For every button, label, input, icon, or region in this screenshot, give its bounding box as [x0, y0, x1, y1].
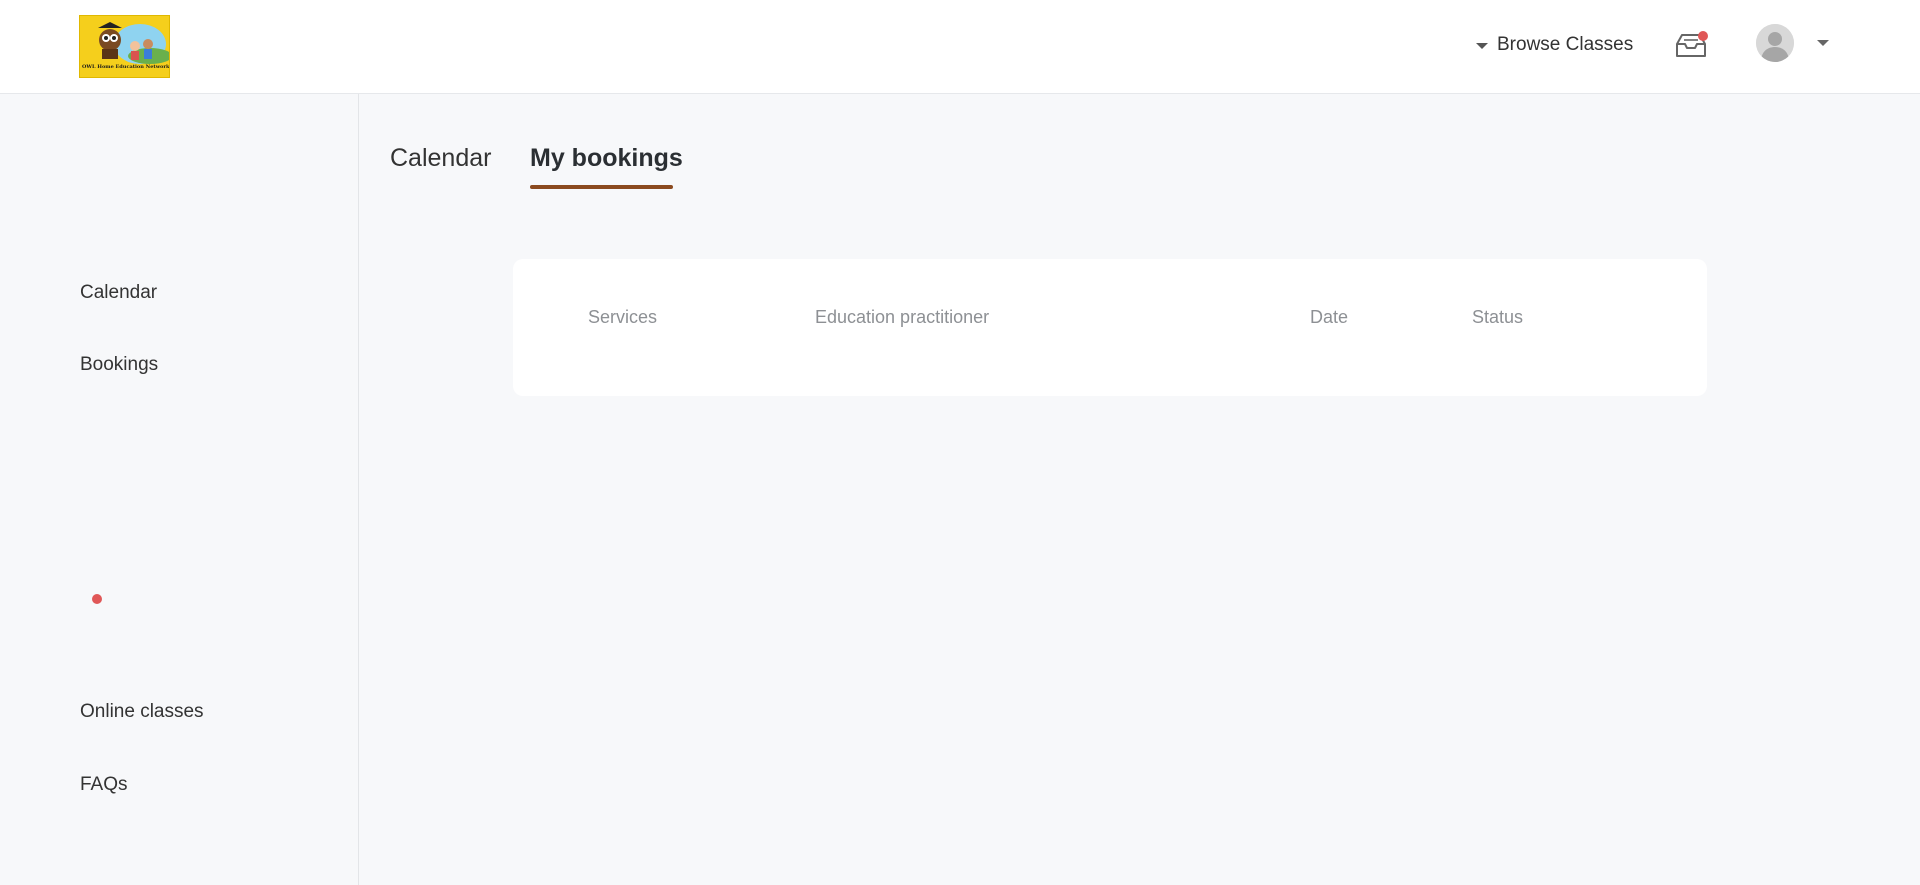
user-avatar[interactable] [1756, 24, 1794, 62]
tab-calendar[interactable]: Calendar [390, 144, 491, 173]
sidebar: Calendar Bookings Online classes FAQs [0, 94, 359, 885]
sidebar-item-faqs[interactable]: FAQs [80, 774, 128, 796]
inbox-button[interactable] [1674, 30, 1710, 62]
chevron-down-icon [1817, 40, 1829, 46]
site-logo[interactable]: OWL Home Education Network [79, 15, 170, 78]
notification-dot [1698, 31, 1708, 41]
sidebar-item-calendar[interactable]: Calendar [80, 282, 157, 304]
tab-my-bookings[interactable]: My bookings [530, 144, 683, 173]
bookings-table: Services Education practitioner Date Sta… [513, 259, 1707, 396]
caret-down-icon [1476, 42, 1488, 49]
column-header-services: Services [588, 307, 658, 327]
column-header-education-practitioner: Education practitioner [815, 307, 990, 327]
column-header-status: Status [1472, 307, 1524, 327]
browse-classes-menu[interactable]: Browse Classes [1476, 30, 1633, 60]
sidebar-notification-dot [92, 594, 102, 604]
top-header: OWL Home Education Network Browse Classe… [0, 0, 1920, 94]
sidebar-item-online-classes[interactable]: Online classes [80, 701, 204, 723]
column-header-date: Date [1310, 307, 1349, 327]
user-avatar-icon [1756, 24, 1794, 62]
browse-classes-label: Browse Classes [1497, 34, 1634, 55]
sidebar-item-bookings[interactable]: Bookings [80, 354, 158, 376]
active-tab-indicator [530, 185, 673, 189]
logo-text: OWL Home Education Network [82, 64, 170, 70]
user-menu-toggle[interactable] [1817, 40, 1829, 46]
